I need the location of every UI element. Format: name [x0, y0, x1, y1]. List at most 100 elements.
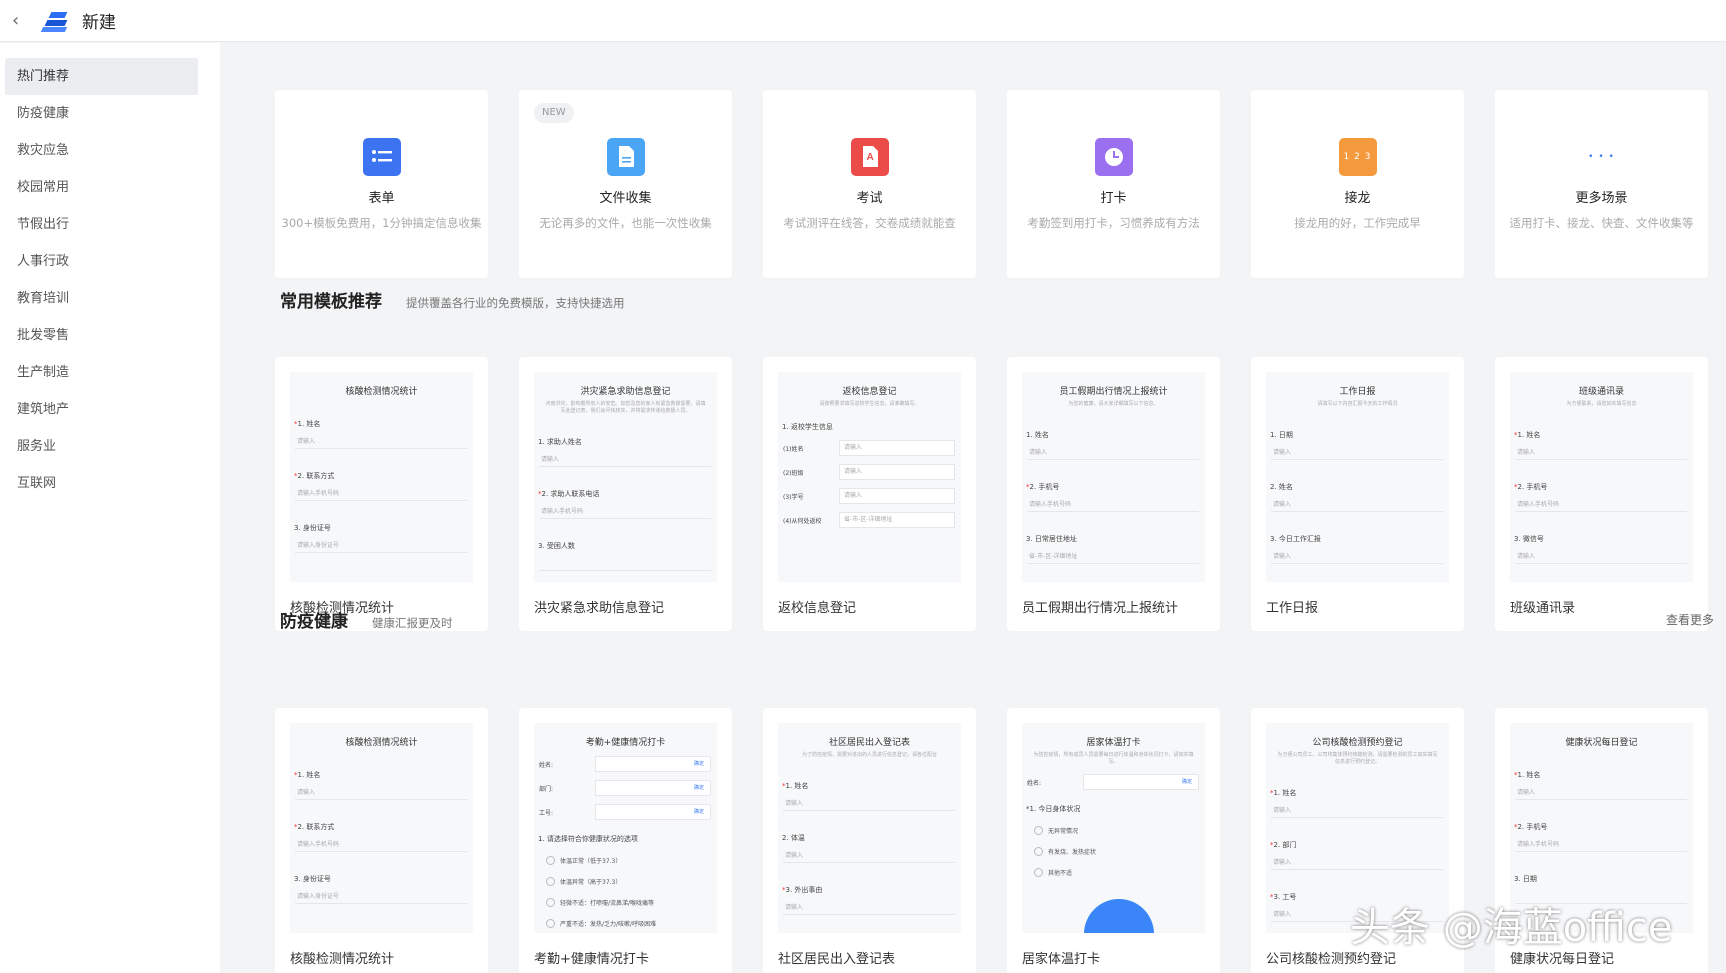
feature-card-clock[interactable]: 打卡 考勤签到用打卡，习惯养成有方法 [1007, 90, 1220, 278]
feature-card-list-form[interactable]: 表单 300+模板免费用，1分钟搞定信息收集 [275, 90, 488, 278]
preview-desc: 为您的健康，请大家详细填写以下信息。 [1068, 401, 1159, 407]
preview-input: 请输入 [1271, 446, 1443, 460]
preview-input: 请输入 [1271, 550, 1443, 564]
preview-title: 健康状况每日登记 [1565, 738, 1638, 748]
sidebar-item[interactable]: 互联网 [5, 465, 198, 502]
template-card[interactable]: 居家体温打卡 为防控疫情，所有成员人员需要每日进行体温和身体状况打卡，请如实填写。… [1007, 708, 1220, 973]
field-label-text: 2. 姓名 [1270, 483, 1293, 491]
preview-field-label: *1. 姓名 [1514, 430, 1693, 440]
feature-card-exam[interactable]: A 考试 考试测评在线答，交卷成绩就能查 [763, 90, 976, 278]
preview-row: (3)学号 请输入 [783, 488, 955, 504]
template-preview: 班级通讯录 为方便联系，请您如实填写信息 *1. 姓名 请输入 *2. 手机号 请输入手机… [1510, 372, 1693, 582]
feature-card-file[interactable]: NEW 文件收集 无论再多的文件，也能一次性收集 [519, 90, 732, 278]
preview-title: 公司核酸检测预约登记 [1312, 738, 1403, 748]
template-card[interactable]: 员工假期出行情况上报统计 为您的健康，请大家详细填写以下信息。 1. 姓名 请输入 *2… [1007, 357, 1220, 631]
template-card[interactable]: 核酸检测情况统计 *1. 姓名 请输入 *2. 联系方式 请输入手机号码 3. 身份证号请… [275, 357, 488, 631]
feature-desc: 适用打卡、接龙、快查、文件收集等 [1509, 216, 1694, 230]
new-badge: NEW [534, 103, 574, 123]
sidebar-item[interactable]: 救灾应急 [5, 132, 198, 169]
field-label-text: 3. 受困人数 [538, 542, 575, 550]
row-confirm: 确定 [1181, 779, 1192, 785]
template-card[interactable]: 洪灾紧急求助信息登记 河南洪灾，影响着所有人的安危。如您及您的家人有紧急救援需要，… [519, 357, 732, 631]
section-title: 防疫健康 [280, 612, 348, 632]
svg-text:A: A [866, 152, 873, 163]
row-input: 请输入 [839, 440, 955, 456]
preview-input: 请输入 [1271, 856, 1443, 870]
template-name: 考勤+健康情况打卡 [534, 952, 649, 967]
template-card[interactable]: 考勤+健康情况打卡 姓名: 确定 部门: 确定 工号: 确定 1. 请选择符合你健康状况的选项… [519, 708, 732, 973]
preview-row: 姓名: 确定 [1027, 774, 1199, 790]
template-preview: 居家体温打卡 为防控疫情，所有成员人员需要每日进行体温和身体状况打卡，请如实填写。… [1022, 723, 1205, 933]
row-label: (1)姓名 [783, 445, 804, 453]
preview-field-label: 1. 求助人姓名 [538, 437, 717, 447]
preview-input: 请输入手机号码 [295, 487, 467, 501]
sidebar-item[interactable]: 节假出行 [5, 206, 198, 243]
preview-input: 请输入 [1515, 446, 1687, 460]
feature-desc: 接龙用的好，工作完成早 [1294, 216, 1421, 230]
preview-question: *1. 今日身体状况 [1026, 805, 1081, 813]
preview-field-label: 1. 日期 [1270, 430, 1449, 440]
preview-radio-option: 轻微不适：打喷嚏/流鼻涕/喉咙痛等 [546, 898, 717, 907]
preview-radio-option: 严重不适：发热/乏力/咳嗽/呼吸困难 [546, 919, 717, 928]
field-label-text: 2. 手机号 [1029, 483, 1060, 491]
row-confirm: 确定 [693, 785, 704, 791]
top-bar: ‹ 新建 [0, 0, 1726, 42]
preview-desc: 为防控疫情，所有成员人员需要每日进行体温和身体状况打卡，请如实填写。 [1033, 752, 1194, 765]
preview-input: 请输入手机号码 [1515, 838, 1687, 852]
sidebar-item[interactable]: 校园常用 [5, 169, 198, 206]
section-header-common: 常用模板推荐 提供覆盖各行业的免费模版，支持快捷选用 [280, 287, 625, 312]
preview-field-label: *2. 手机号 [1026, 482, 1205, 492]
preview-desc: 请填写以下内容汇报今天的工作情况 [1317, 401, 1398, 407]
field-label-text: 2. 联系方式 [297, 823, 335, 831]
feature-card-number-sequence[interactable]: 1 2 3 接龙 接龙用的好，工作完成早 [1251, 90, 1464, 278]
template-preview: 洪灾紧急求助信息登记 河南洪灾，影响着所有人的安危。如您及您的家人有紧急救援需要，… [534, 372, 717, 582]
feature-desc: 300+模板免费用，1分钟搞定信息收集 [281, 216, 482, 230]
template-card[interactable]: 工作日报 请填写以下内容汇报今天的工作情况 1. 日期 请输入 2. 姓名 请输入 3. 今… [1251, 357, 1464, 631]
preview-row: 部门: 确定 [539, 780, 711, 796]
sidebar-item[interactable]: 防疫健康 [5, 95, 198, 132]
row-input: 请输入 [839, 464, 955, 480]
sidebar-item[interactable]: 人事行政 [5, 243, 198, 280]
sidebar-item[interactable]: 教育培训 [5, 280, 198, 317]
template-card[interactable]: 核酸检测情况统计 *1. 姓名 请输入 *2. 联系方式 请输入手机号码 3. 身份证号请… [275, 708, 488, 973]
sidebar-item[interactable]: 建筑地产 [5, 391, 198, 428]
field-label-text: 1. 姓名 [1273, 789, 1297, 797]
preview-radio-option: 体温正常（低于37.3） [546, 856, 717, 865]
row-confirm: 确定 [693, 761, 704, 767]
chevron-left-icon[interactable]: ‹ [12, 11, 26, 30]
row-input: 确定 [595, 780, 711, 796]
view-more-link[interactable]: 查看更多 [1666, 611, 1714, 628]
sidebar-item[interactable]: 热门推荐 [5, 58, 198, 95]
field-label-text: 2. 联系方式 [297, 472, 335, 480]
preview-field-label: 3. 今日工作汇报 [1270, 534, 1449, 544]
feature-card-more-dots[interactable]: • • • 更多场景 适用打卡、接龙、快查、文件收集等 [1495, 90, 1708, 278]
template-card[interactable]: 返校信息登记 请按照要求填写返校学生信息，请准确填写。 1. 返校学生信息 (1)姓名… [763, 357, 976, 631]
preview-input: 请输入 [783, 901, 955, 915]
feature-desc: 无论再多的文件，也能一次性收集 [539, 216, 712, 230]
preview-radio-option: 无异常情况 [1034, 826, 1205, 835]
category-sidebar: 热门推荐 防疫健康 救灾应急 校园常用 节假出行 人事行政 教育培训 批发零售 生产制造 建筑地产… [0, 43, 220, 973]
field-label-text: 1. 姓名 [1517, 431, 1541, 439]
preview-input: 请输入身份证号 [295, 890, 467, 904]
preview-input: 请输入 [783, 849, 955, 863]
number-sequence-icon: 1 2 3 [1338, 138, 1377, 176]
template-card[interactable]: 班级通讯录 为方便联系，请您如实填写信息 *1. 姓名 请输入 *2. 手机号 请输入手机… [1495, 357, 1708, 631]
row-confirm: 确定 [693, 809, 704, 815]
sidebar-item[interactable]: 服务业 [5, 428, 198, 465]
template-name: 工作日报 [1266, 601, 1319, 616]
submit-button-preview [1084, 899, 1154, 933]
preview-row: (4)从何处返校 省-市-区-详细地址 [783, 512, 955, 528]
field-label-text: 1. 姓名 [1517, 771, 1541, 779]
template-preview: 社区居民出入登记表 为了防控疫情，需要对进出的人员进行信息登记，请各位配合 *1. … [778, 723, 961, 933]
preview-desc: 河南洪灾，影响着所有人的安危。如您及您的家人有紧急救援需要，请填写此登记表，我们… [545, 401, 706, 414]
sidebar-item[interactable]: 生产制造 [5, 354, 198, 391]
template-card[interactable]: 社区居民出入登记表 为了防控疫情，需要对进出的人员进行信息登记，请各位配合 *1. … [763, 708, 976, 973]
field-label-text: 2. 部门 [1273, 841, 1297, 849]
field-label-text: 1. 求助人姓名 [538, 438, 582, 446]
preview-desc: 为方便公司员工，公司将集体预约核酸检测，请需要检测的员工如实填写信息进行预约登记… [1277, 752, 1438, 765]
template-preview: 工作日报 请填写以下内容汇报今天的工作情况 1. 日期 请输入 2. 姓名 请输入 3. 今… [1266, 372, 1449, 582]
preview-field-label: *3. 外出事由 [782, 885, 961, 895]
icon-glyph: • • • [1588, 152, 1615, 162]
sidebar-item[interactable]: 批发零售 [5, 317, 198, 354]
page-title: 新建 [82, 13, 116, 33]
